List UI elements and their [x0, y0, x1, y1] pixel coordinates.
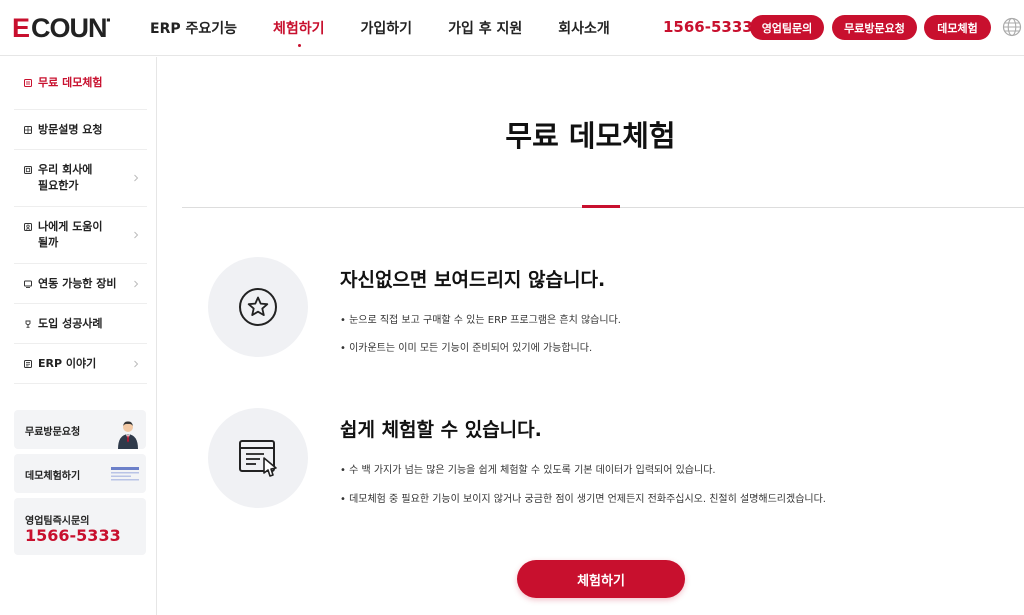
demo-trial-card[interactable]: 데모체험하기 — [14, 454, 146, 493]
star-icon — [239, 288, 277, 326]
feature-1-title: 자신없으면 보여드리지 않습니다. — [340, 269, 606, 291]
company-icon — [24, 166, 32, 174]
nav-after-signup-support[interactable]: 가입 후 지원 — [448, 18, 522, 38]
feature-2-bullet-2: • 데모체험 중 필요한 기능이 보이지 않거나 궁금한 점이 생기면 언제든지… — [340, 494, 826, 505]
salesman-avatar-icon — [118, 421, 138, 449]
screen-illustration-icon — [111, 467, 139, 481]
feature-2-title: 쉽게 체험할 수 있습니다. — [340, 419, 542, 441]
sidebar-item-visit-request[interactable]: 방문설명 요청 — [14, 110, 147, 150]
sidebar-item-free-demo[interactable]: 무료 데모체험 — [14, 57, 147, 110]
sidebar-item-label: 연동 가능한 장비 — [38, 276, 117, 290]
trophy-icon — [25, 320, 31, 328]
book-icon — [24, 359, 32, 368]
svg-text:E: E — [12, 14, 29, 40]
device-icon — [24, 280, 32, 288]
ecount-logo-mark: E COUNT — [12, 14, 110, 40]
sales-inquiry-button[interactable]: 영업팀문의 — [750, 15, 824, 40]
sidebar-item-erp-story[interactable]: ERP 이야기 — [14, 344, 147, 384]
header-phone[interactable]: 1566-5333 — [663, 18, 753, 36]
nav-erp-features[interactable]: ERP 주요기능 — [150, 18, 237, 38]
sidebar-item-helpful[interactable]: 나에게 도움이될까 — [14, 207, 147, 264]
chevron-right-icon — [134, 280, 139, 287]
demo-trial-button[interactable]: 데모체험 — [924, 15, 991, 40]
sidebar-item-label: 도입 성공사례 — [38, 316, 103, 330]
sidebar-item-company-need[interactable]: 우리 회사에필요한가 — [14, 150, 147, 207]
sidebar-item-success-cases[interactable]: 도입 성공사례 — [14, 304, 147, 344]
page-title: 무료 데모체험 — [505, 119, 676, 153]
top-header: E COUNT ERP 주요기능 체험하기 가입하기 가입 후 지원 회사소개 … — [0, 0, 1024, 56]
nav-company-intro[interactable]: 회사소개 — [558, 18, 610, 38]
sidebar-item-label: 우리 회사에필요한가 — [38, 162, 92, 194]
nav-signup[interactable]: 가입하기 — [361, 18, 413, 38]
document-click-icon — [239, 440, 277, 477]
person-icon — [24, 223, 32, 231]
sidebar-item-label: ERP 이야기 — [38, 356, 97, 370]
side-nav-list: 무료 데모체험 방문설명 요청 우리 회사에필요한가 나에게 도움이될까 연동 … — [14, 57, 147, 384]
sidebar-item-label-line2: 될까 — [38, 236, 59, 249]
title-divider-accent — [582, 205, 620, 208]
feature-1-bullet-1: • 눈으로 직접 보고 구매할 수 있는 ERP 프로그램은 흔치 않습니다. — [340, 315, 621, 326]
chevron-right-icon — [134, 231, 139, 239]
sales-inquiry-card[interactable]: 영업팀즉시문의 1566-5333 — [14, 498, 146, 555]
feature-2-bullet-1: • 수 백 가지가 넘는 많은 기능을 쉽게 체험할 수 있도록 기본 데이터가… — [340, 465, 716, 476]
svg-text:COUNT: COUNT — [31, 14, 110, 40]
sales-inquiry-card-label: 영업팀즉시문의 — [25, 516, 90, 527]
chevron-right-icon — [134, 360, 139, 367]
sidebar-item-label-line1: 나에게 도움이 — [38, 220, 103, 233]
free-visit-card-label: 무료방문요청 — [25, 427, 81, 438]
free-visit-card[interactable]: 무료방문요청 — [14, 410, 146, 449]
sidebar-item-label: 방문설명 요청 — [38, 122, 103, 136]
demo-icon — [24, 79, 32, 87]
main-nav: ERP 주요기능 체험하기 가입하기 가입 후 지원 회사소개 — [150, 0, 646, 56]
sidebar-item-label-line1: 우리 회사에 — [38, 163, 93, 176]
sidebar-item-label: 나에게 도움이될까 — [38, 219, 103, 251]
feature-1-icon-circle — [208, 257, 308, 357]
feature-1-bullet-2: • 이카운트는 이미 모든 기능이 준비되어 있기에 가능합니다. — [340, 343, 593, 354]
side-nav: 무료 데모체험 방문설명 요청 우리 회사에필요한가 나에게 도움이될까 연동 … — [0, 57, 157, 615]
globe-icon[interactable] — [1002, 17, 1022, 37]
sales-inquiry-phone[interactable]: 1566-5333 — [25, 526, 121, 545]
free-visit-request-button[interactable]: 무료방문요청 — [832, 15, 917, 40]
nav-trial[interactable]: 체험하기 — [273, 18, 325, 47]
chevron-right-icon — [134, 174, 139, 182]
main-content: 무료 데모체험 자신없으면 보여드리지 않습니다. • 눈으로 직접 보고 구매… — [157, 57, 1024, 615]
ecount-logo[interactable]: E COUNT — [12, 14, 110, 40]
sidebar-item-label: 무료 데모체험 — [38, 76, 103, 89]
try-demo-button[interactable]: 체험하기 — [517, 560, 685, 598]
sidebar-item-devices[interactable]: 연동 가능한 장비 — [14, 264, 147, 304]
demo-trial-card-label: 데모체험하기 — [25, 471, 81, 482]
sidebar-item-label-line2: 필요한가 — [38, 179, 79, 192]
feature-2-icon-circle — [208, 408, 308, 508]
visit-icon — [24, 125, 32, 134]
